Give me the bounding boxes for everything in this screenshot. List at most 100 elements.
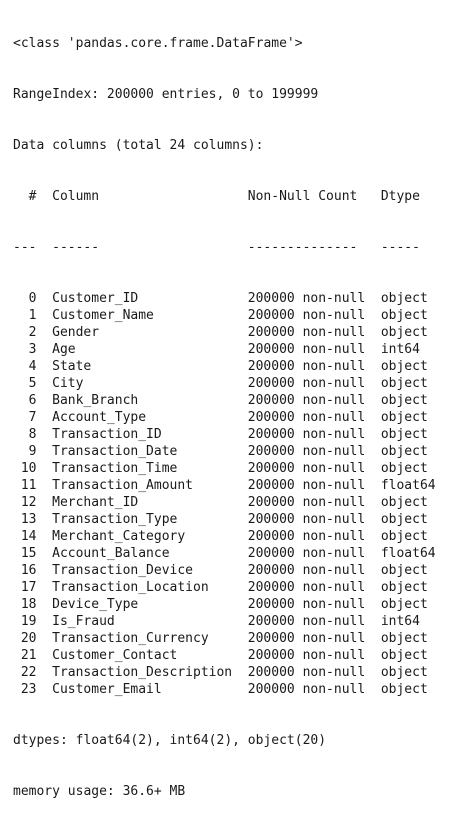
dtype: object [380,359,428,374]
dash-dtype: ----- [380,240,420,255]
row-index: 18 [20,597,37,612]
non-null-count: 200000 non-null [247,614,366,629]
row-index: 14 [20,529,37,544]
non-null-count: 200000 non-null [247,563,366,578]
column-name: Transaction_Date [52,444,178,459]
column-name: Transaction_Amount [52,478,194,493]
column-name: Transaction_Description [52,665,233,680]
table-row: 13 Transaction_Type 200000 non-null object [13,511,436,528]
table-header: # Column Non-Null Count Dtype [13,188,436,205]
dtype: object [380,682,428,697]
row-index: 1 [28,308,37,323]
non-null-count: 200000 non-null [247,546,366,561]
row-index: 11 [20,478,37,493]
dash-num: --- [13,240,37,255]
table-row: 9 Transaction_Date 200000 non-null object [13,443,436,460]
non-null-count: 200000 non-null [247,342,366,357]
row-index: 16 [20,563,37,578]
column-name: City [52,376,84,391]
dtype: int64 [380,614,420,629]
column-name: Bank_Branch [52,393,139,408]
row-index: 23 [20,682,37,697]
header-dtype: Dtype [380,189,420,204]
dtype: object [380,393,428,408]
table-row: 2 Gender 200000 non-null object [13,324,436,341]
table-dashes: --- ------ -------------- ----- [13,239,436,256]
table-row: 0 Customer_ID 200000 non-null object [13,290,436,307]
row-index: 4 [28,359,37,374]
non-null-count: 200000 non-null [247,359,366,374]
non-null-count: 200000 non-null [247,631,366,646]
dtype: object [380,376,428,391]
dtype: object [380,410,428,425]
dtype: object [380,648,428,663]
class-line: <class 'pandas.core.frame.DataFrame'> [13,36,303,51]
range-index-line: RangeIndex: 200000 entries, 0 to 199999 [13,87,319,102]
dtype: object [380,444,428,459]
row-index: 21 [20,648,37,663]
row-index: 13 [20,512,37,527]
non-null-count: 200000 non-null [247,444,366,459]
dtype: object [380,580,428,595]
dtype: float64 [380,478,436,493]
dtype: object [380,597,428,612]
column-name: Transaction_Currency [52,631,209,646]
row-index: 3 [28,342,37,357]
table-row: 20 Transaction_Currency 200000 non-null obj… [13,630,436,647]
dtype: object [380,495,428,510]
column-name: Device_Type [52,597,139,612]
row-index: 20 [20,631,37,646]
non-null-count: 200000 non-null [247,597,366,612]
header-count: Non-Null Count [247,189,358,204]
dtype: object [380,461,428,476]
dtypes-line: dtypes: float64(2), int64(2), object(20) [13,733,327,748]
dataframe-info-output: <class 'pandas.core.frame.DataFrame'> Ra… [13,1,436,817]
non-null-count: 200000 non-null [247,529,366,544]
table-row: 19 Is_Fraud 200000 non-null int64 [13,613,436,630]
table-row: 10 Transaction_Time 200000 non-null object [13,460,436,477]
column-name: Merchant_ID [52,495,139,510]
header-num: # [28,189,37,204]
table-row: 18 Device_Type 200000 non-null object [13,596,436,613]
dtype: object [380,631,428,646]
non-null-count: 200000 non-null [247,461,366,476]
non-null-count: 200000 non-null [247,495,366,510]
column-name: Transaction_Device [52,563,194,578]
row-index: 2 [28,325,37,340]
table-row: 23 Customer_Email 200000 non-null object [13,681,436,698]
column-name: Is_Fraud [52,614,115,629]
table-row: 8 Transaction_ID 200000 non-null object [13,426,436,443]
column-name: Gender [52,325,100,340]
non-null-count: 200000 non-null [247,478,366,493]
table-row: 11 Transaction_Amount 200000 non-null float… [13,477,436,494]
column-name: Customer_Contact [52,648,178,663]
non-null-count: 200000 non-null [247,376,366,391]
dtype: float64 [380,546,436,561]
dash-column: ------ [52,240,100,255]
row-index: 0 [28,291,37,306]
table-row: 14 Merchant_Category 200000 non-null object [13,528,436,545]
non-null-count: 200000 non-null [247,682,366,697]
data-columns-line: Data columns (total 24 columns): [13,138,264,153]
dtype: object [380,512,428,527]
non-null-count: 200000 non-null [247,410,366,425]
dtype: object [380,427,428,442]
dtype: object [380,291,428,306]
dtype: object [380,308,428,323]
table-row: 5 City 200000 non-null object [13,375,436,392]
row-index: 19 [20,614,37,629]
table-row: 17 Transaction_Location 200000 non-null obj… [13,579,436,596]
dtype: object [380,563,428,578]
non-null-count: 200000 non-null [247,648,366,663]
dtype: object [380,325,428,340]
non-null-count: 200000 non-null [247,393,366,408]
table-row: 16 Transaction_Device 200000 non-null objec… [13,562,436,579]
table-row: 6 Bank_Branch 200000 non-null object [13,392,436,409]
table-row: 1 Customer_Name 200000 non-null object [13,307,436,324]
non-null-count: 200000 non-null [247,291,366,306]
dtype: object [380,665,428,680]
table-row: 22 Transaction_Description 200000 non-null… [13,664,436,681]
row-index: 6 [28,393,37,408]
non-null-count: 200000 non-null [247,427,366,442]
row-index: 22 [20,665,37,680]
